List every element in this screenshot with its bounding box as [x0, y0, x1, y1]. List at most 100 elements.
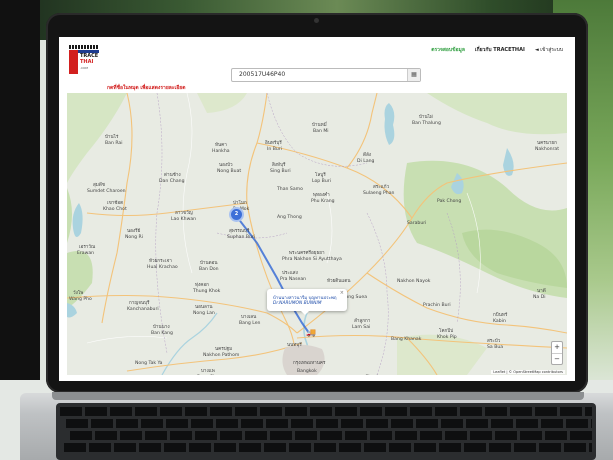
map-place-label: Sa Bua	[487, 345, 504, 350]
map-place-label: Pra Nasean	[280, 277, 307, 282]
popup-close-icon[interactable]: ×	[340, 290, 344, 296]
map-place-label: ห้วยดินแดน	[327, 279, 351, 284]
tracking-code-value[interactable]: 200517U46P40	[239, 71, 285, 78]
map-place-label: Nong Lan	[193, 311, 215, 316]
grid-search-icon[interactable]: ▦	[407, 69, 420, 81]
laptop-hinge	[52, 392, 584, 400]
map-place-label: Thung Khok	[193, 289, 221, 294]
map-place-label: Dan Chang	[159, 179, 185, 184]
map-place-label: ห้วยกระเจา	[149, 259, 172, 264]
map-place-label: Lop Buri	[312, 179, 331, 184]
map-place-label: Wang Pho	[69, 297, 92, 302]
map-place-label: กรุงเทพมหานคร	[293, 361, 326, 366]
map-place-label: Bang Khanak	[391, 337, 422, 342]
map-place-label: บ้านดอน	[200, 261, 218, 266]
keyboard	[56, 403, 596, 460]
map-place-label: Khok Pip	[437, 335, 457, 340]
map-place-label: พระนครศรีอยุธยา	[289, 251, 325, 256]
nav-about[interactable]: เกี่ยวกับ TRACETHAI	[475, 46, 525, 54]
map-place-label: Bangkok	[297, 369, 317, 374]
map-canvas	[67, 93, 567, 375]
map-place-label: Ban Don	[199, 267, 219, 272]
nav-check-data[interactable]: ตรวจสอบข้อมูล	[431, 46, 465, 54]
popup-thai-name[interactable]: บ้านนางสาวนารีมุ บุญทานประพฤ	[273, 294, 337, 301]
map-place-label: Nakhon Nayok	[397, 279, 431, 284]
map-place-label: Sulaeng Phan	[363, 191, 395, 196]
map-place-label: Phra Nakhon Si Ayutthaya	[282, 257, 342, 262]
map-place-label: สุพรรณบุรี	[229, 229, 250, 234]
barcode-icon	[69, 45, 99, 49]
zoom-control: + −	[551, 341, 563, 365]
map-place-label: Kabin	[493, 319, 506, 324]
map-place-label: Saraburi	[407, 221, 427, 226]
map-place-label: นนทบุรี	[287, 343, 302, 348]
map-place-label: ป่าโมก	[233, 201, 247, 206]
map-place-label: นาดี	[537, 289, 546, 294]
map-place-label: ลำลูกกา	[354, 319, 371, 324]
map-place-label: อินทร์บุรี	[265, 141, 282, 146]
map-place-label: สระบัว	[487, 339, 501, 344]
map-place-label: Lam Sai	[352, 325, 371, 330]
map-place-label: บ้านไผ่	[419, 115, 433, 120]
map-place-label: พุทองคำ	[313, 193, 330, 198]
map-place-label: นครนายก	[537, 141, 557, 146]
map-place-label: นอนลาน	[195, 305, 213, 310]
map-place-label: Erawan	[77, 251, 95, 256]
route-map[interactable]: บ้านไร่ Ban Rai หันคา Hankha อินทร์บุรี In Bu…	[67, 93, 567, 375]
map-place-label: บ้านนาง	[153, 325, 170, 330]
marker-cluster[interactable]: 2	[229, 207, 244, 222]
map-attribution[interactable]: Leaflet | © OpenStreetMap contributors	[491, 370, 565, 374]
map-place-label: Nong Ri	[125, 235, 144, 240]
map-place-label: สิงห์บุรี	[272, 163, 286, 168]
map-place-label: Ang Thong	[277, 215, 302, 220]
webcam	[314, 18, 319, 23]
map-place-label: Pak Chong	[437, 199, 462, 204]
map-place-label: Lao Khwan	[171, 217, 197, 222]
map-place-label: บางเลน	[241, 315, 257, 320]
map-place-label: Nakhonrat	[535, 147, 560, 152]
tracking-search-field[interactable]: 200517U46P40 ▦	[231, 68, 421, 82]
map-place-label: สระแก้ว	[373, 185, 390, 190]
nav-login[interactable]: ◄ เข้าสู่ระบบ	[535, 46, 563, 54]
map-place-label: กบินทร์	[493, 313, 508, 318]
map-place-label: In Buri	[267, 147, 282, 152]
laptop-screen: TRACE THAI .COM ตรวจสอบข้อมูล เกี่ยวกับ …	[59, 37, 575, 381]
map-place-label: นองบัว	[219, 163, 233, 168]
map-place-label: Sing Buri	[270, 169, 291, 174]
map-place-label: Prachin Buri	[423, 303, 451, 308]
map-place-label: ด่านช้าง	[164, 173, 181, 178]
map-place-label: หันคา	[215, 143, 227, 148]
truck-marker-icon[interactable]: 🚚	[306, 329, 316, 337]
marker-popup: บ้านนางสาวนารีมุ บุญทานประพฤ Dr.NARUMON …	[267, 289, 347, 315]
map-place-label: บ้านหมี่	[312, 123, 327, 128]
laptop-bezel: TRACE THAI .COM ตรวจสอบข้อมูล เกี่ยวกับ …	[46, 13, 588, 393]
map-place-label: โลบูรี	[315, 173, 326, 178]
map-place-label: Di Lang	[357, 159, 375, 164]
map-place-label: Sumdet Charoen	[87, 189, 126, 194]
map-place-label: Huai Krachao	[147, 265, 178, 270]
map-place-label: เขาช้อต	[107, 201, 124, 206]
logo-text-com: .COM	[80, 66, 88, 70]
map-place-label: นองรีย์	[127, 229, 141, 234]
zoom-out-button[interactable]: −	[552, 354, 562, 365]
map-place-label: Nong Tak Ya	[135, 361, 163, 366]
map-place-label: เอราวัณ	[79, 245, 96, 250]
map-place-label: Bang Len	[239, 321, 261, 326]
map-place-label: Ban Kang	[151, 331, 173, 336]
map-place-label: Na Di	[533, 295, 546, 300]
map-place-label: ลาวขวัญ	[175, 211, 193, 216]
map-place-label: ประแสง	[282, 271, 298, 276]
map-place-label: Phu Krang	[311, 199, 335, 204]
map-place-label: ทุ่งคอก	[195, 283, 209, 288]
map-place-label: Ban Mi	[313, 129, 329, 134]
map-place-label: Ban Rai	[105, 141, 123, 146]
popup-english-name[interactable]: Dr.NARUMON BUNNIM	[273, 301, 322, 306]
pin-hint-text: กดที่ชื่อในหมุด เพื่อแสดงรายละเอียด	[107, 85, 186, 91]
map-place-label: โคกปีป	[439, 329, 454, 334]
map-place-label: Nong Buat	[217, 169, 242, 174]
tracethai-logo[interactable]: TRACE THAI .COM	[69, 45, 99, 75]
map-place-label: วังโพ	[73, 291, 84, 296]
zoom-in-button[interactable]: +	[552, 342, 562, 354]
map-place-label: กาญจนบุรี	[129, 301, 150, 306]
logo-text-thai: THAI	[80, 59, 94, 65]
